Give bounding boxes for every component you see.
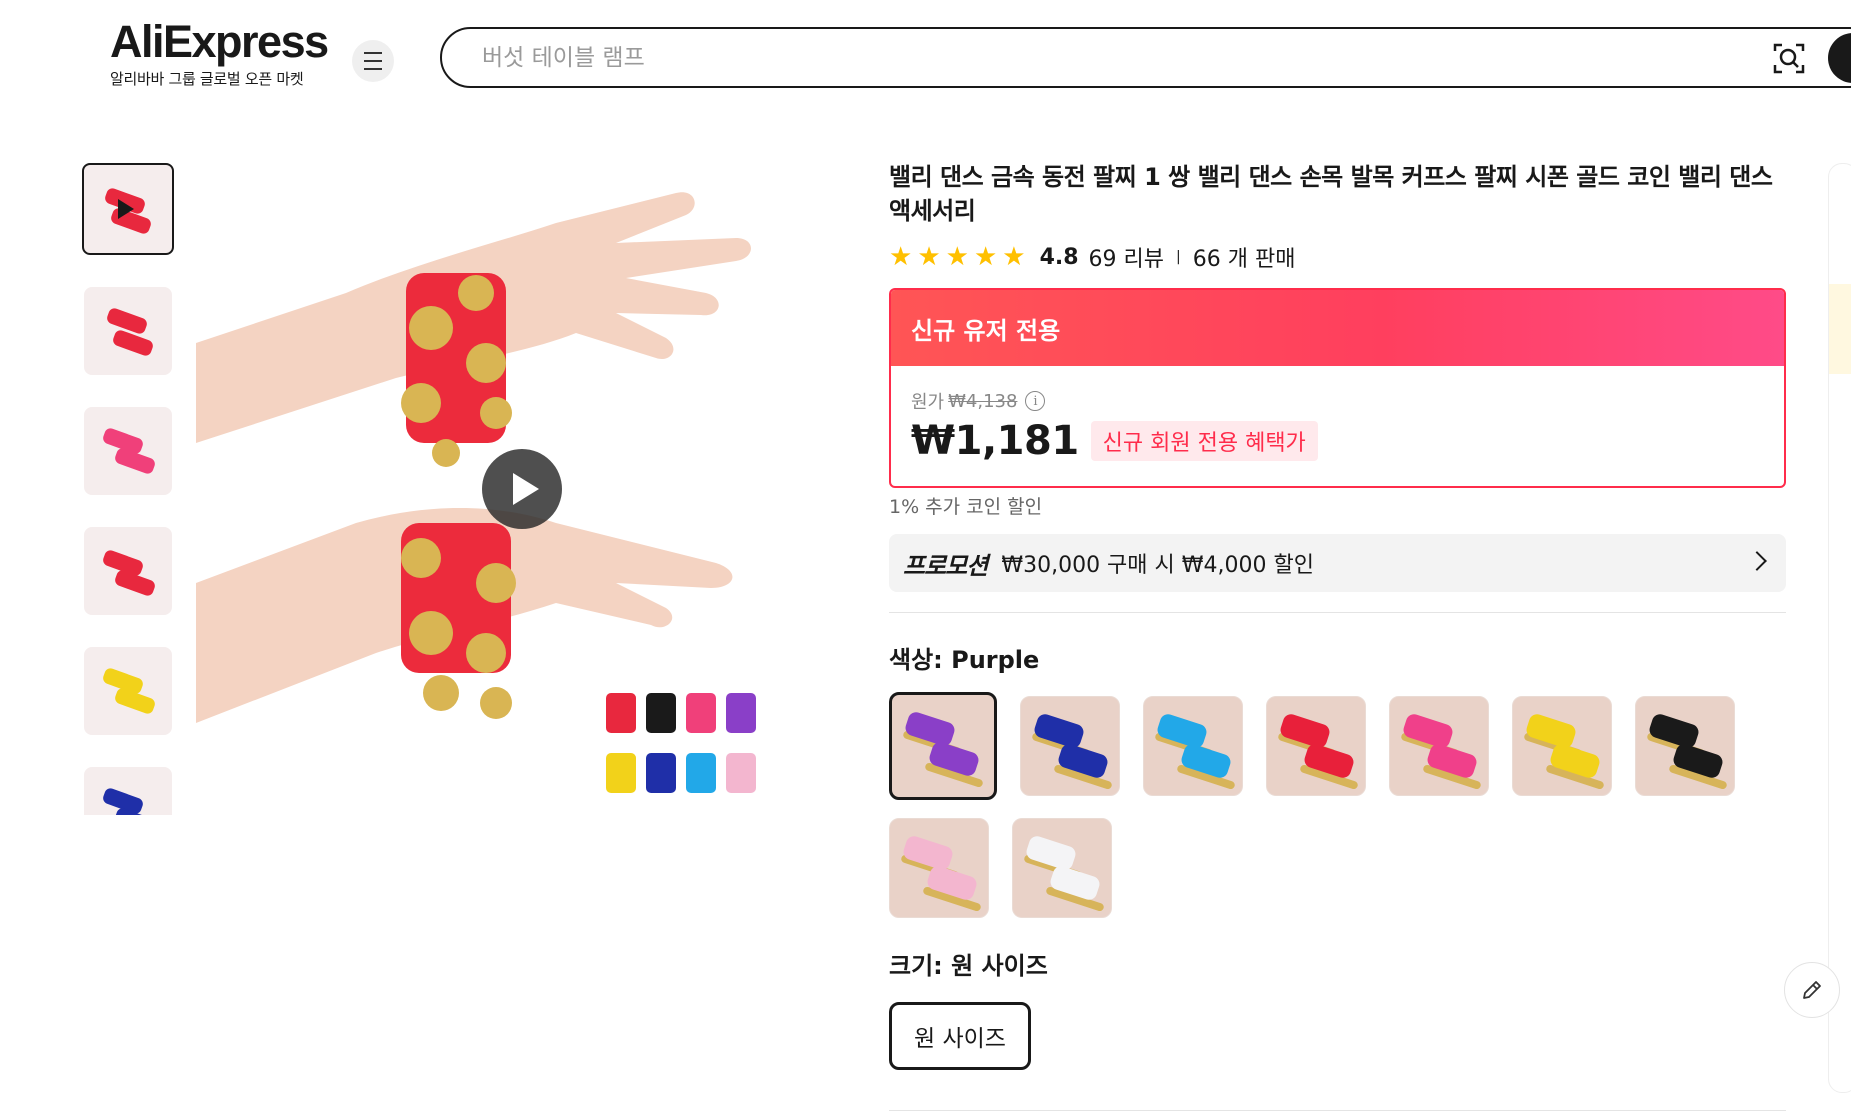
search-button[interactable] xyxy=(1828,33,1851,83)
logo-subtitle: 알리바바 그룹 글로벌 오픈 마켓 xyxy=(110,70,304,88)
chevron-right-icon xyxy=(1747,551,1767,571)
star-rating: ★ ★ ★ ★ ★ xyxy=(889,244,1026,270)
star-icon: ★ xyxy=(973,242,998,272)
logo-wordmark: AliExpress xyxy=(110,16,329,67)
thumbnail-image xyxy=(97,786,159,815)
price-row: ₩1,181 신규 회원 전용 혜택가 xyxy=(911,418,1318,464)
color-swatch[interactable] xyxy=(889,818,989,918)
rating-value: 4.8 xyxy=(1039,244,1079,270)
search-bar xyxy=(440,27,1851,88)
thumbnail-item[interactable] xyxy=(84,287,172,375)
color-swatch[interactable] xyxy=(1635,696,1735,796)
play-icon xyxy=(118,199,134,219)
info-icon[interactable]: i xyxy=(1025,391,1046,411)
thumbnail-image xyxy=(97,548,159,598)
star-icon: ★ xyxy=(945,242,969,272)
new-user-deal-box: 신규 유저 전용 원가 ₩4,138 i ₩1,181 신규 회원 전용 혜택가 xyxy=(889,288,1786,488)
color-swatch[interactable] xyxy=(1389,696,1489,796)
image-search-icon[interactable] xyxy=(1772,41,1806,75)
divider xyxy=(889,612,1786,613)
thumbnail-item[interactable] xyxy=(84,647,172,735)
star-icon: ★ xyxy=(1002,242,1026,272)
aliexpress-logo[interactable]: AliExpress 알리바바 그룹 글로벌 오픈 마켓 xyxy=(110,16,329,89)
color-swatch-list xyxy=(889,692,1749,918)
thumbnail-item[interactable] xyxy=(84,767,172,815)
thumbnail-image xyxy=(97,306,159,358)
promotion-text: ₩30,000 구매 시 ₩4,000 할인 xyxy=(1001,553,1314,578)
divider xyxy=(889,1110,1786,1111)
original-price-label: 원가 xyxy=(911,392,945,413)
thumbnail-video[interactable] xyxy=(82,163,174,255)
deal-banner: 신규 유저 전용 xyxy=(891,290,1784,366)
thumbnail-image xyxy=(97,426,159,476)
color-swatch[interactable] xyxy=(1020,696,1120,796)
product-title: 밸리 댄스 금속 동전 팔찌 1 쌍 밸리 댄스 손목 발목 커프스 팔찌 시폰… xyxy=(889,163,1773,225)
search-input[interactable] xyxy=(482,44,1682,71)
menu-button[interactable] xyxy=(352,40,394,82)
color-swatch[interactable] xyxy=(1266,696,1366,796)
star-icon: ★ xyxy=(889,242,913,272)
video-play-button[interactable] xyxy=(482,449,562,529)
pencil-icon xyxy=(1803,981,1821,999)
color-swatch[interactable] xyxy=(1012,818,1112,918)
color-swatch[interactable] xyxy=(1143,696,1243,796)
color-swatch[interactable] xyxy=(889,692,997,800)
size-option-button[interactable]: 원 사이즈 xyxy=(889,1002,1031,1070)
rating-row: ★ ★ ★ ★ ★ 4.8 69 리뷰 | 66 개 판매 xyxy=(889,240,1295,274)
thumbnail-item[interactable] xyxy=(84,527,172,615)
coin-discount-text: 1% 추가 코인 할인 xyxy=(889,496,1043,518)
promotion-tag: 프로모션 xyxy=(903,551,988,580)
star-icon: ★ xyxy=(917,242,941,272)
panel-highlight xyxy=(1829,284,1851,374)
color-swatch[interactable] xyxy=(1512,696,1612,796)
color-label: 색상: Purple xyxy=(889,646,1040,674)
separator: | xyxy=(1176,249,1181,265)
edit-button[interactable] xyxy=(1784,962,1840,1018)
thumbnail-list xyxy=(82,163,174,815)
main-product-image[interactable] xyxy=(196,163,848,815)
thumbnail-image xyxy=(97,666,159,716)
reviews-link[interactable]: 69 리뷰 xyxy=(1089,241,1164,273)
thumbnail-item[interactable] xyxy=(84,407,172,495)
side-panel xyxy=(1828,163,1851,1093)
sale-price: ₩1,181 xyxy=(911,418,1079,464)
new-member-badge: 신규 회원 전용 혜택가 xyxy=(1090,421,1318,461)
promotion-row[interactable]: 프로모션 ₩30,000 구매 시 ₩4,000 할인 xyxy=(889,534,1786,592)
original-price: ₩4,138 xyxy=(948,390,1018,412)
sold-count: 66 개 판매 xyxy=(1192,247,1296,272)
size-label: 크기: 원 사이즈 xyxy=(889,952,1048,980)
hamburger-icon xyxy=(364,49,382,73)
original-price-row: 원가 ₩4,138 i xyxy=(911,388,1046,414)
